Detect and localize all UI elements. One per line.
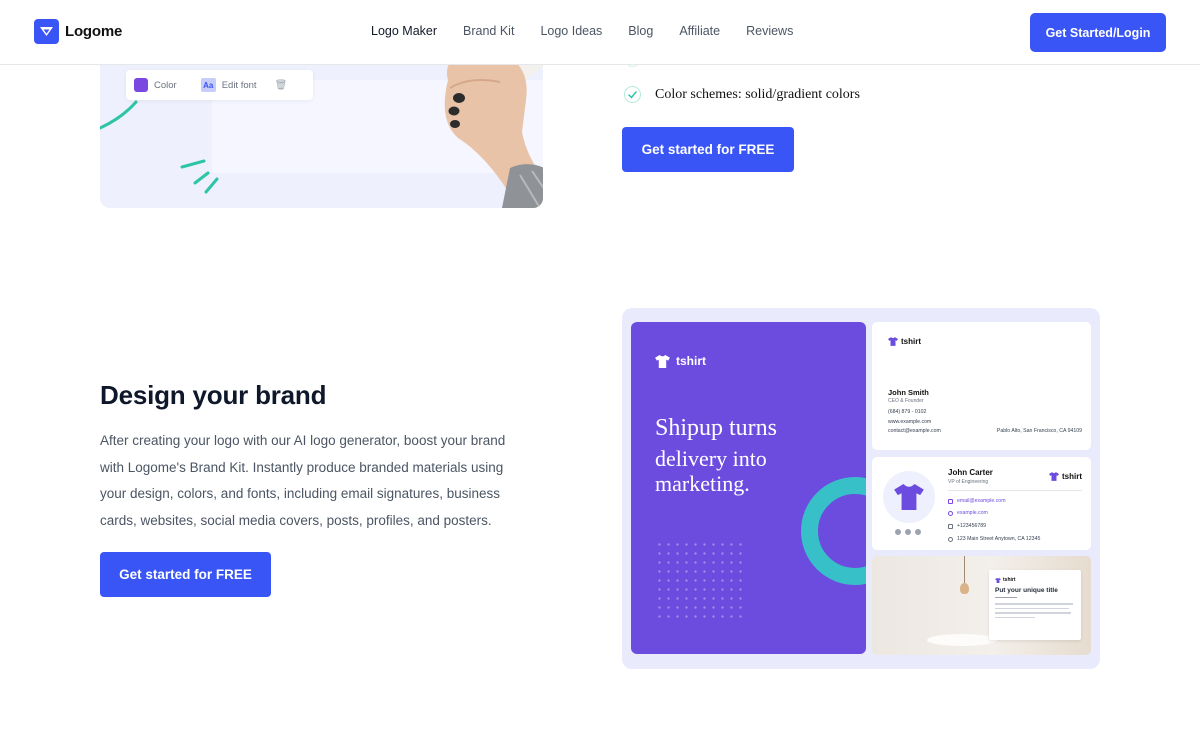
lamp-cord xyxy=(964,556,965,584)
feature-text: Color schemes: solid/gradient colors xyxy=(655,86,860,102)
brand-label: tshirt xyxy=(676,354,706,368)
facebook-icon xyxy=(895,529,901,535)
signature-address-text: 123 Main Street Anytown, CA 12345 xyxy=(957,536,1041,542)
color-label[interactable]: Color xyxy=(154,80,177,91)
tshirt-brand-logo: tshirt xyxy=(655,354,706,368)
get-started-login-button[interactable]: Get Started/Login xyxy=(1030,13,1166,52)
signature-role: VP of Engineering xyxy=(948,479,989,485)
signature-email-text: email@example.com xyxy=(957,498,1006,504)
color-swatch-icon[interactable] xyxy=(134,78,148,92)
signature-website-text: example.com xyxy=(957,510,988,516)
tshirt-icon xyxy=(655,354,670,368)
lamp-icon xyxy=(960,583,969,594)
cover-headline: Shipup turns delivery into marketing. xyxy=(655,414,855,496)
section-paragraph: After creating your logo with our AI log… xyxy=(100,433,506,529)
signature-website: example.com xyxy=(948,510,988,516)
phone-icon xyxy=(948,523,953,529)
card-role: CEO & Founder xyxy=(888,398,924,404)
card-website: www.example.com xyxy=(888,419,932,425)
brand-label: tshirt xyxy=(1003,577,1016,583)
post-placeholder-text xyxy=(995,603,1075,618)
signature-address: 123 Main Street Anytown, CA 12345 xyxy=(948,536,1040,542)
nav-reviews[interactable]: Reviews xyxy=(746,24,793,38)
social-post-card: tshirt Put your unique title xyxy=(872,556,1091,655)
tshirt-icon xyxy=(894,484,924,510)
nav-logo-maker[interactable]: Logo Maker xyxy=(371,24,437,38)
brand-logo[interactable]: Logome xyxy=(34,19,122,44)
font-icon[interactable]: Aa xyxy=(200,78,216,92)
nav-brand-kit[interactable]: Brand Kit xyxy=(463,24,514,38)
table-image xyxy=(927,634,997,646)
email-signature-card: John Carter VP of Engineering tshirt ema… xyxy=(872,457,1091,550)
nav-blog[interactable]: Blog xyxy=(628,24,653,38)
tshirt-brand-logo: tshirt xyxy=(1049,472,1082,481)
location-icon xyxy=(948,536,953,542)
logome-logo-icon xyxy=(34,19,59,44)
site-header: Logome Logo Maker Brand Kit Logo Ideas B… xyxy=(0,0,1200,65)
tshirt-icon xyxy=(1049,472,1059,481)
headline-line-1: Shipup turns xyxy=(655,415,778,441)
signature-phone: +123456789 xyxy=(948,523,986,529)
signature-email: email@example.com xyxy=(948,498,1006,504)
card-name: John Smith xyxy=(888,388,929,397)
decorative-swoosh-icon xyxy=(100,100,219,194)
tshirt-icon xyxy=(995,577,1001,583)
brand-name: Logome xyxy=(65,23,123,40)
card-email: contact@example.com xyxy=(888,428,941,434)
main-nav: Logo Maker Brand Kit Logo Ideas Blog Aff… xyxy=(371,24,793,38)
avatar xyxy=(883,471,935,523)
signature-name: John Carter xyxy=(948,468,993,477)
brand-label: tshirt xyxy=(901,337,921,346)
brand-label: tshirt xyxy=(1062,472,1082,481)
youtube-icon xyxy=(905,529,911,535)
tshirt-brand-logo: tshirt xyxy=(888,337,921,346)
instagram-icon xyxy=(915,529,921,535)
feature-color-schemes: Color schemes: solid/gradient colors xyxy=(624,86,860,103)
get-started-free-button[interactable]: Get started for FREE xyxy=(100,552,271,597)
social-cover-card: tshirt Shipup turns delivery into market… xyxy=(631,322,866,654)
get-started-free-button[interactable]: Get started for FREE xyxy=(622,127,794,172)
nav-affiliate[interactable]: Affiliate xyxy=(679,24,720,38)
mail-icon xyxy=(948,498,953,504)
social-icons xyxy=(895,529,921,535)
post-overlay: tshirt Put your unique title xyxy=(989,570,1081,640)
signature-phone-text: +123456789 xyxy=(957,523,986,529)
tshirt-icon xyxy=(888,337,898,346)
globe-icon xyxy=(948,510,953,516)
headline-line-2: delivery into xyxy=(655,446,767,471)
nav-logo-ideas[interactable]: Logo Ideas xyxy=(540,24,602,38)
hand-holding-cup-icon xyxy=(444,40,543,208)
title-underline xyxy=(995,597,1017,598)
section-heading: Design your brand xyxy=(100,380,327,410)
card-phone: (684) 879 - 0102 xyxy=(888,409,927,415)
edit-font-label[interactable]: Edit font xyxy=(222,80,257,91)
card-address: Pablo Alto, San Francisco, CA 94109 xyxy=(996,428,1082,434)
editor-preview-image: Color Aa Edit font 🗑 xyxy=(100,40,543,208)
check-icon xyxy=(624,86,641,103)
trash-icon[interactable]: 🗑 xyxy=(275,80,288,91)
dot-pattern xyxy=(655,540,747,624)
post-title: Put your unique title xyxy=(995,587,1058,594)
editor-toolbar: Color Aa Edit font 🗑 xyxy=(126,70,313,100)
brand-kit-mockup: tshirt Shipup turns delivery into market… xyxy=(622,308,1100,669)
divider xyxy=(948,490,1082,491)
tshirt-brand-logo: tshirt xyxy=(995,577,1075,583)
business-card: tshirt John Smith CEO & Founder (684) 87… xyxy=(872,322,1091,450)
